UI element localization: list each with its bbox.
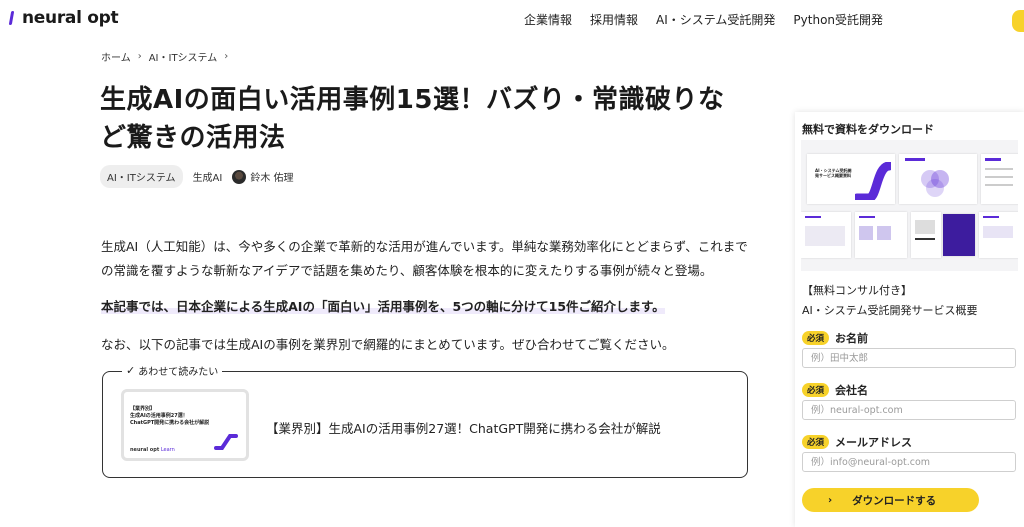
slide-swoosh-graphic [855, 162, 891, 200]
intro-paragraph: 生成AI（人工知能）は、今や多くの企業で革新的な活用が進んでいます。単純な業務効… [101, 239, 748, 279]
name-field-label: 必須 お名前 [802, 330, 868, 346]
related-label: ✓ あわせて読みたい [122, 363, 223, 378]
slide-list [981, 154, 1018, 204]
thumb-brand-suffix: Learn [160, 447, 175, 453]
nav-item-ai-dev[interactable]: AI・システム受託開発 [656, 11, 775, 28]
avatar [232, 169, 247, 184]
author[interactable]: 鈴木 佑理 [232, 169, 294, 184]
offer-line-1: 【無料コンサル付き】 [802, 284, 912, 297]
page-title: 生成AIの面白い活用事例15選！バズり・常識破りなど驚きの活用法 [100, 85, 725, 153]
keyword-tag[interactable]: 生成AI [193, 169, 223, 184]
site-logo[interactable]: neural opt [8, 5, 119, 31]
related-thumbnail[interactable]: 【業界別】 生成AIの活用事例27選！ ChatGPT開発に携わる会社が解説 n… [121, 389, 249, 461]
slide-text-line [985, 184, 1013, 186]
email-field-label: 必須 メールアドレス [802, 434, 912, 450]
slide-heading-bar [983, 216, 999, 218]
slide-page [855, 212, 907, 258]
required-badge: 必須 [802, 331, 830, 345]
offer-line-2: AI・システム受託開発サービス概要 [802, 304, 978, 317]
slide-page [979, 212, 1018, 258]
logo-text: neural opt [22, 8, 119, 28]
related-article-title[interactable]: 【業界別】生成AIの活用事例27選！ChatGPT開発に携わる会社が解説 [266, 418, 661, 437]
related-label-text: あわせて読みたい [138, 367, 219, 378]
chevron-right-icon: › [828, 494, 833, 506]
download-sidebar: 無料で資料をダウンロード AI・システム受託開発サービス概要資料 【無料コンサル… [795, 112, 1024, 527]
slide-cover-title: AI・システム受託開発サービス概要資料 [815, 168, 852, 179]
name-label-text: お名前 [835, 332, 869, 345]
slide-text-line [915, 238, 935, 240]
email-label-text: メールアドレス [835, 436, 913, 449]
check-icon: ✓ [126, 364, 136, 377]
main-nav: 企業情報 採用情報 AI・システム受託開発 Python受託開発 [524, 11, 901, 28]
company-field[interactable] [802, 400, 1016, 420]
slide-page [801, 212, 851, 258]
nav-item-company[interactable]: 企業情報 [524, 11, 572, 28]
slide-block [983, 226, 1013, 238]
breadcrumb: ホーム › AI・ITシステム › [101, 49, 235, 64]
slide-block [877, 226, 891, 240]
slide-block [805, 226, 845, 246]
slide-diagram [899, 154, 977, 204]
company-label-text: 会社名 [835, 384, 869, 397]
highlight-paragraph: 本記事では、日本企業による生成AIの「面白い」活用事例を、5つの軸に分けて15件… [101, 295, 751, 319]
thumb-brand: neural opt Learn [130, 447, 175, 453]
slide-dark-page [943, 214, 975, 256]
slide-block [915, 220, 935, 234]
download-button[interactable]: › ダウンロードする [802, 488, 979, 512]
swoosh-graphic [214, 434, 238, 450]
required-badge: 必須 [802, 435, 830, 449]
slide-heading-bar [905, 158, 925, 161]
slide-heading-bar [985, 158, 1001, 161]
logo-mark-icon [8, 11, 18, 25]
thumb-line: 生成AIの活用事例27選！ [130, 413, 188, 419]
thumb-line: ChatGPT開発に携わる会社が解説 [130, 420, 210, 426]
breadcrumb-home[interactable]: ホーム [101, 49, 131, 64]
document-preview: AI・システム受託開発サービス概要資料 [801, 140, 1018, 271]
slide-text-line [985, 168, 1013, 170]
thumb-line: 【業界別】 [130, 406, 156, 412]
thumb-brand-name: neural opt [130, 447, 160, 453]
email-field[interactable] [802, 452, 1016, 472]
article-meta: AI・ITシステム 生成AI 鈴木 佑理 [100, 165, 294, 188]
slide-heading-bar [859, 216, 875, 218]
nav-item-recruit[interactable]: 採用情報 [590, 11, 638, 28]
slide-block [859, 226, 873, 240]
breadcrumb-category[interactable]: AI・ITシステム [149, 49, 218, 64]
category-tag[interactable]: AI・ITシステム [100, 165, 183, 188]
sidebar-title: 無料で資料をダウンロード [802, 123, 934, 136]
required-badge: 必須 [802, 383, 830, 397]
name-field[interactable] [802, 348, 1016, 368]
chevron-right-icon: › [224, 51, 229, 62]
download-button-label: ダウンロードする [852, 494, 937, 507]
note-paragraph: なお、以下の記事では生成AIの事例を業界別で網羅的にまとめています。ぜひ合わせて… [101, 337, 675, 352]
contact-tab-button[interactable] [1012, 10, 1024, 32]
venn-circle [926, 179, 944, 197]
highlight-text: 本記事では、日本企業による生成AIの「面白い」活用事例を、5つの軸に分けて15件… [101, 299, 665, 314]
company-field-label: 必須 会社名 [802, 382, 868, 398]
slide-text-line [985, 176, 1013, 178]
slide-heading-bar [805, 216, 821, 218]
nav-item-python-dev[interactable]: Python受託開発 [793, 11, 883, 28]
site-header: neural opt 企業情報 採用情報 AI・システム受託開発 Python受… [0, 0, 1024, 38]
chevron-right-icon: › [137, 51, 142, 62]
slide-cover: AI・システム受託開発サービス概要資料 [807, 154, 895, 204]
slide-page [911, 212, 941, 258]
author-name: 鈴木 佑理 [250, 173, 294, 184]
